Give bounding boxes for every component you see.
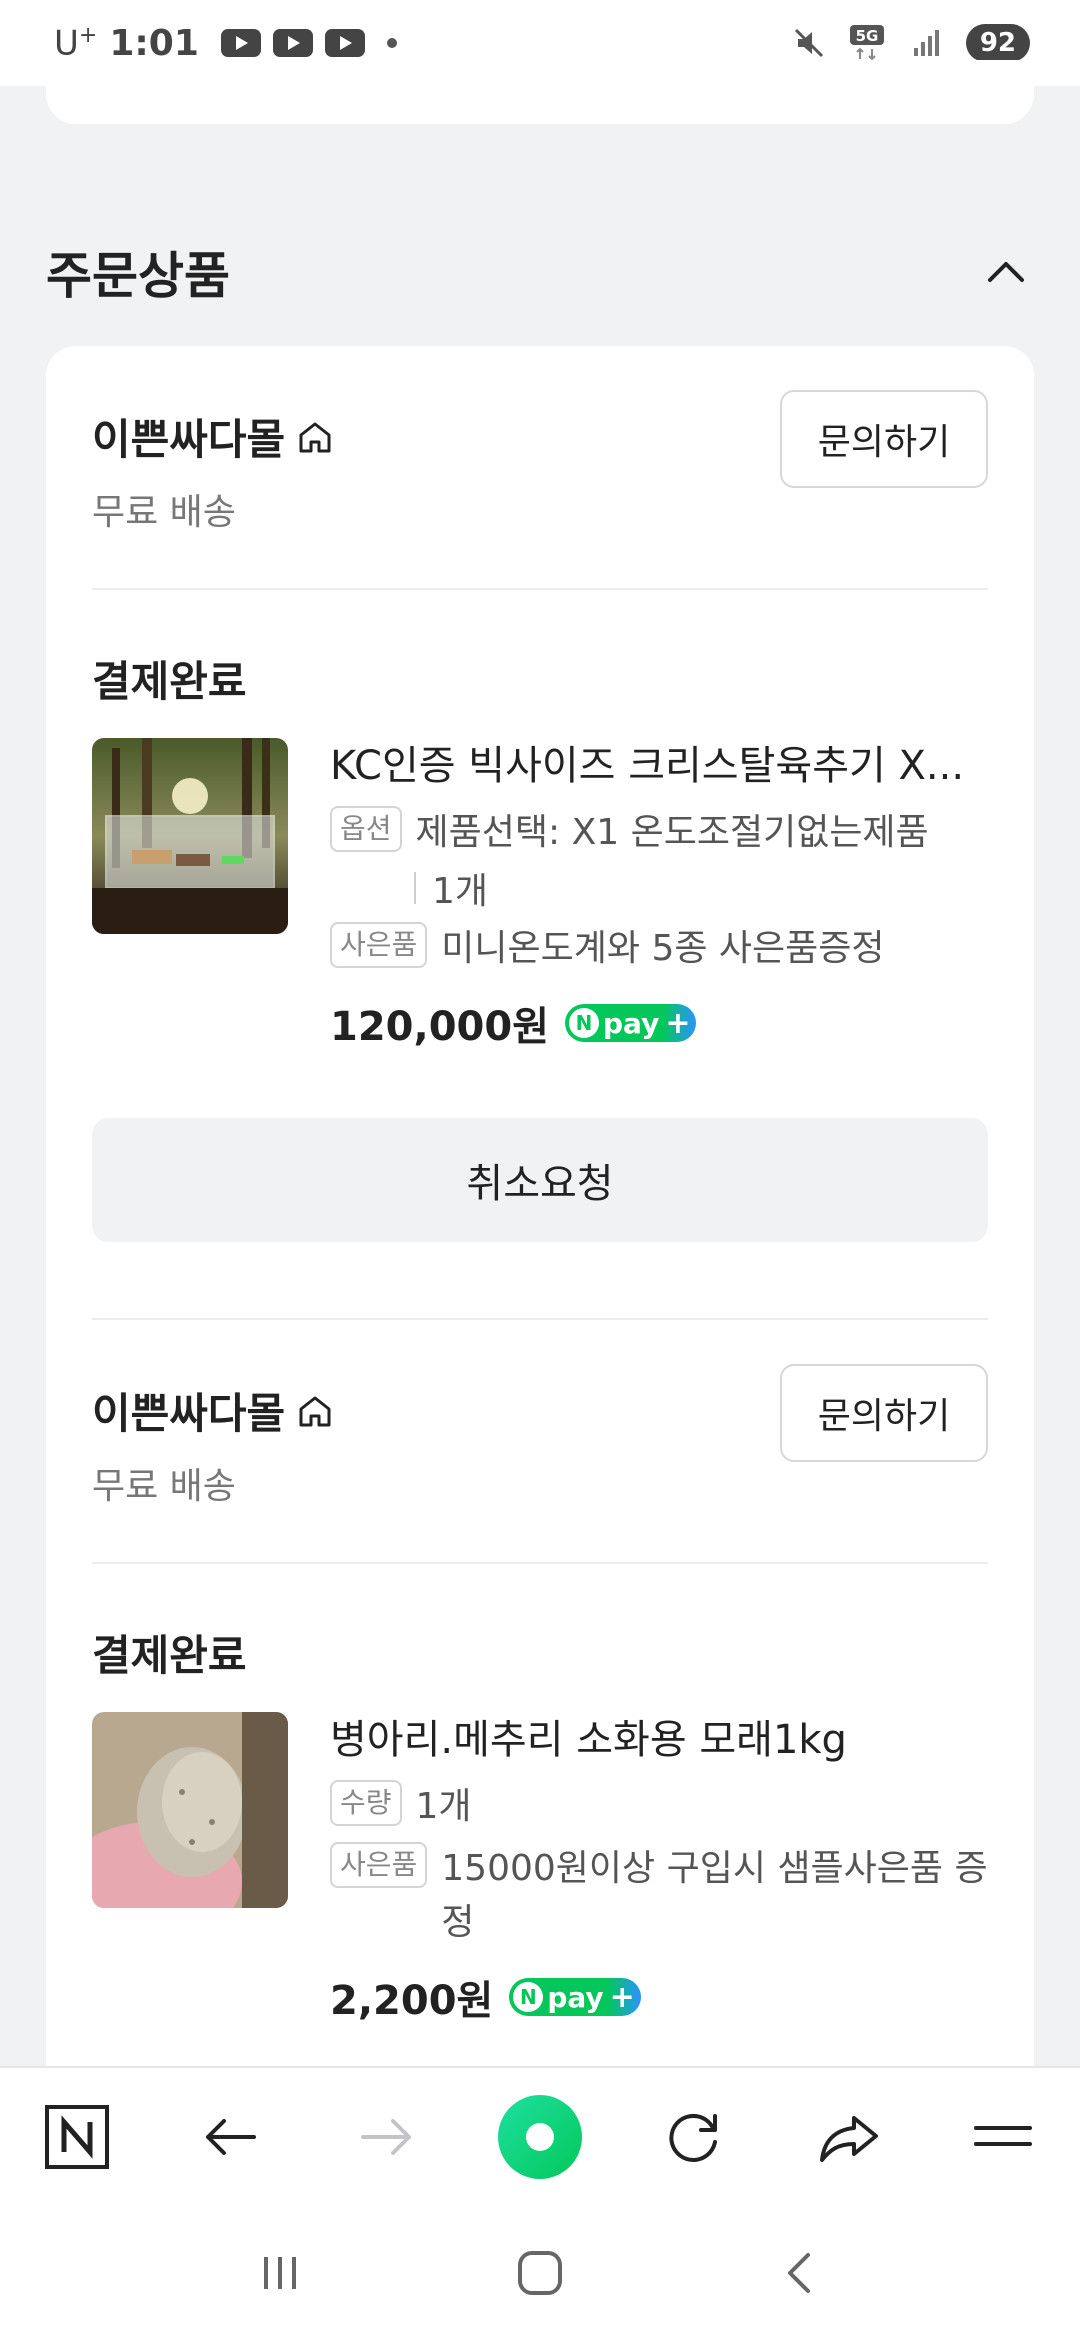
shop-header: 이쁜싸다몰 무료 배송 문의하기 <box>92 390 988 535</box>
youtube-notification-icon <box>324 29 365 57</box>
naver-n-icon: N <box>513 1982 544 2012</box>
section-title: 주문상품 <box>46 247 230 305</box>
quantity-row: 수량 1개 <box>330 1780 988 1834</box>
naver-home-icon <box>45 2105 110 2169</box>
shop-name[interactable]: 이쁜싸다몰 <box>92 1380 285 1441</box>
store-home-icon[interactable] <box>295 417 335 457</box>
youtube-notification-icon <box>220 29 261 57</box>
back-icon[interactable] <box>770 2243 830 2303</box>
back-button[interactable] <box>183 2089 279 2185</box>
divider <box>92 588 988 590</box>
plus-icon: + <box>665 1005 691 1041</box>
product-item[interactable]: KC인증 빅사이즈 크리스탈육추기 X... 옵션 제품선택: X1 온도조절기… <box>92 738 988 1050</box>
shop-name[interactable]: 이쁜싸다몰 <box>92 406 285 467</box>
shop-header: 이쁜싸다몰 무료 배송 문의하기 <box>92 1364 988 1509</box>
product-item[interactable]: 병아리.메추리 소화용 모래1kg 수량 1개 사은품 15000원이상 구입시… <box>92 1712 988 2032</box>
inquiry-button[interactable]: 문의하기 <box>780 1364 988 1462</box>
price-row: 2,200원 N pay + <box>330 1968 988 2026</box>
battery-indicator: 92 <box>965 24 1030 62</box>
chevron-up-icon[interactable] <box>978 244 1034 300</box>
gift-text: 15000원이상 구입시 샘플사은품 증정 <box>441 1848 988 1943</box>
share-icon <box>819 2116 878 2162</box>
gift-tag: 사은품 <box>330 922 428 968</box>
price-row: 120,000원 N pay + <box>330 994 988 1052</box>
plus-icon: + <box>609 1979 635 2015</box>
signal-icon <box>913 30 939 56</box>
gift-row: 사은품 미니온도계와 5종 사은품증정 <box>330 922 988 976</box>
cancel-request-button[interactable]: 취소요청 <box>92 1118 988 1242</box>
quantity: 1개 <box>432 871 489 912</box>
npay-plus-badge: N pay + <box>565 1004 697 1042</box>
clock: 1:01 <box>109 22 199 64</box>
carrier-label: U+ <box>54 22 98 64</box>
qty-separator <box>414 872 416 904</box>
more-notifications-icon <box>386 38 397 48</box>
green-dot-button[interactable] <box>492 2089 588 2185</box>
forward-arrow-icon <box>360 2119 411 2155</box>
option-text: 제품선택: X1 온도조절기없는제품 <box>415 812 929 853</box>
quantity-row: 1개 <box>414 862 988 914</box>
naver-home-button[interactable] <box>29 2089 125 2185</box>
order-status: 결제완료 <box>92 657 247 706</box>
svg-text:5G: 5G <box>855 27 878 45</box>
order-items-header[interactable]: 주문상품 <box>46 236 1034 308</box>
back-arrow-icon <box>206 2119 257 2155</box>
browser-toolbar <box>0 2066 1080 2206</box>
previous-card <box>46 60 1034 124</box>
gift-row: 사은품 15000원이상 구입시 샘플사은품 증정 <box>330 1842 988 1950</box>
menu-icon <box>973 2126 1032 2146</box>
npay-plus-badge: N pay + <box>509 1978 641 2016</box>
home-icon[interactable] <box>510 2243 570 2303</box>
order-status: 결제완료 <box>92 1631 247 1680</box>
store-home-icon[interactable] <box>295 1391 335 1431</box>
shipping-info: 무료 배송 <box>92 492 236 533</box>
naver-n-icon: N <box>569 1008 599 1038</box>
product-info: 병아리.메추리 소화용 모래1kg 수량 1개 사은품 15000원이상 구입시… <box>330 1712 988 2026</box>
product-thumbnail[interactable] <box>92 1712 288 1908</box>
order-card: 이쁜싸다몰 무료 배송 문의하기 결제완료 KC인증 빅사이즈 크리스탈육추기 … <box>46 346 1034 2106</box>
option-tag: 옵션 <box>330 806 402 852</box>
quantity: 1개 <box>415 1786 472 1827</box>
product-thumbnail[interactable] <box>92 738 288 934</box>
inquiry-button[interactable]: 문의하기 <box>780 390 988 488</box>
menu-button[interactable] <box>955 2089 1051 2185</box>
quantity-tag: 수량 <box>330 1780 402 1826</box>
product-name[interactable]: 병아리.메추리 소화용 모래1kg <box>330 1712 988 1768</box>
youtube-notification-icon <box>272 29 313 57</box>
refresh-button[interactable] <box>646 2089 742 2185</box>
option-row: 옵션 제품선택: X1 온도조절기없는제품 <box>330 806 988 860</box>
product-info: KC인증 빅사이즈 크리스탈육추기 X... 옵션 제품선택: X1 온도조절기… <box>330 738 988 1052</box>
divider <box>92 1562 988 1564</box>
system-navigation-bar <box>0 2206 1080 2340</box>
forward-button[interactable] <box>338 2089 434 2185</box>
gift-tag: 사은품 <box>330 1842 428 1888</box>
5g-icon: 5G <box>849 25 884 61</box>
recent-apps-icon[interactable] <box>250 2243 310 2303</box>
price: 120,000원 <box>330 1004 549 1050</box>
shipping-info: 무료 배송 <box>92 1466 236 1507</box>
price: 2,200원 <box>330 1978 494 2024</box>
divider <box>92 1318 988 1320</box>
green-dot-icon <box>497 2095 582 2179</box>
gift-text: 미니온도계와 5종 사은품증정 <box>441 928 885 969</box>
product-name[interactable]: KC인증 빅사이즈 크리스탈육추기 X... <box>330 738 988 794</box>
share-button[interactable] <box>801 2089 897 2185</box>
refresh-icon <box>669 2113 718 2162</box>
mute-icon <box>794 28 823 58</box>
